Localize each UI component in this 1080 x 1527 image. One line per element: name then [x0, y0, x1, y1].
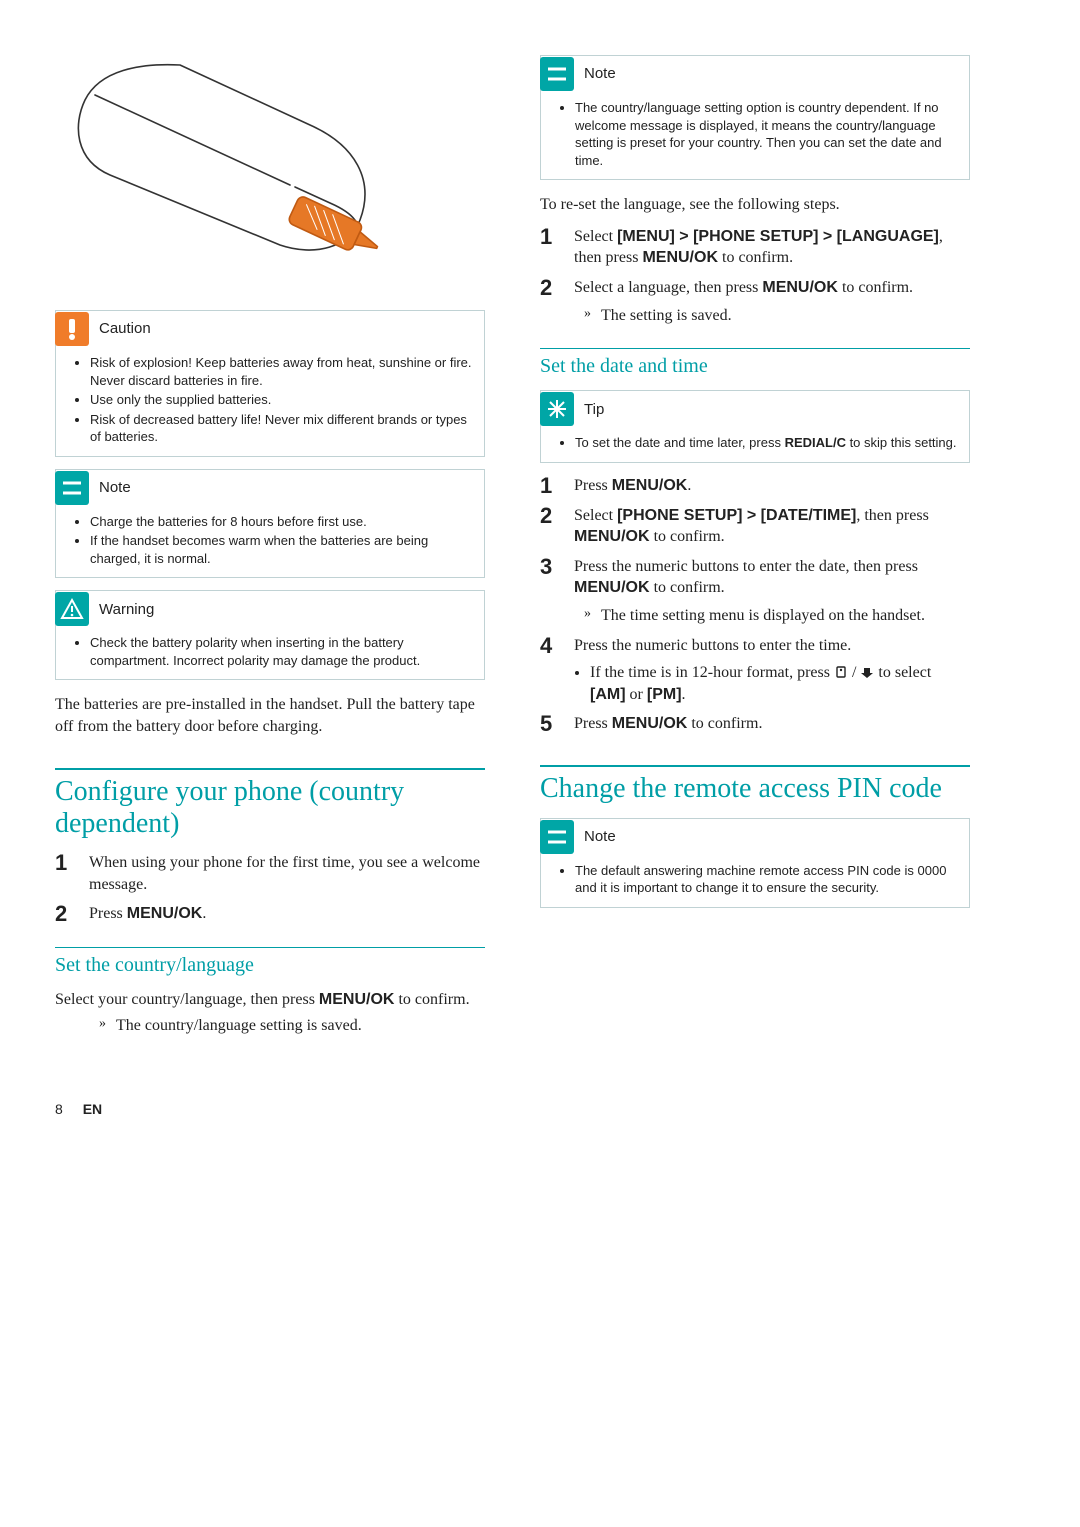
warning-icon	[55, 592, 89, 626]
reset-lang-step-2-result: The setting is saved.	[601, 305, 732, 327]
note-item: If the handset becomes warm when the bat…	[90, 532, 474, 567]
tip-item: To set the date and time later, press RE…	[575, 434, 959, 452]
datetime-step-3: Press the numeric buttons to enter the d…	[574, 556, 970, 627]
note-box: Note The default answering machine remot…	[540, 818, 970, 908]
section-change-pin-heading: Change the remote access PIN code	[540, 773, 970, 805]
page-footer: 8 EN	[55, 1100, 1025, 1119]
reset-lang-step-2: Select a language, then press MENU/OK to…	[574, 277, 913, 326]
reset-lang-step-1: Select [MENU] > [PHONE SETUP] > [LANGUAG…	[574, 226, 970, 269]
note-icon	[55, 471, 89, 505]
configure-step-2: Press MENU/OK.	[89, 903, 206, 925]
tip-icon	[540, 392, 574, 426]
note-icon	[540, 57, 574, 91]
configure-step-1: When using your phone for the first time…	[89, 852, 485, 895]
phonebook-key-icon	[834, 664, 848, 678]
note-item: The default answering machine remote acc…	[575, 862, 959, 897]
note-title: Note	[584, 64, 616, 84]
datetime-step-1: Press MENU/OK.	[574, 475, 691, 497]
note-box: Note Charge the batteries for 8 hours be…	[55, 469, 485, 579]
section-configure: Configure your phone (country dependent)	[55, 768, 485, 840]
caution-item: Use only the supplied batteries.	[90, 391, 474, 409]
handset-battery-illustration	[55, 55, 485, 285]
warning-box: Warning Check the battery polarity when …	[55, 590, 485, 680]
subsection-set-datetime-heading: Set the date and time	[540, 353, 970, 380]
result-arrow-icon: »	[584, 305, 591, 327]
section-configure-heading: Configure your phone (country dependent)	[55, 776, 485, 840]
set-language-body: Select your country/language, then press…	[55, 989, 485, 1011]
datetime-step-3-result: The time setting menu is displayed on th…	[601, 605, 925, 627]
warning-title: Warning	[99, 600, 154, 620]
caution-title: Caution	[99, 319, 151, 339]
caution-box: Caution Risk of explosion! Keep batterie…	[55, 310, 485, 457]
datetime-step-2: Select [PHONE SETUP] > [DATE/TIME], then…	[574, 505, 970, 548]
page-number: 8	[55, 1100, 63, 1119]
page-language: EN	[83, 1101, 102, 1117]
note-icon	[540, 820, 574, 854]
note-title: Note	[99, 478, 131, 498]
tip-box: Tip To set the date and time later, pres…	[540, 390, 970, 463]
warning-item: Check the battery polarity when insertin…	[90, 634, 474, 669]
result-arrow-icon: »	[99, 1015, 106, 1037]
subsection-set-language-heading: Set the country/language	[55, 952, 485, 979]
reset-language-intro: To re-set the language, see the followin…	[540, 194, 970, 216]
caution-item: Risk of decreased battery life! Never mi…	[90, 411, 474, 446]
datetime-step-4-sub: If the time is in 12-hour format, press …	[590, 662, 970, 705]
datetime-step-4: Press the numeric buttons to enter the t…	[574, 635, 970, 706]
note-item: The country/language setting option is c…	[575, 99, 959, 169]
caution-item: Risk of explosion! Keep batteries away f…	[90, 354, 474, 389]
set-language-result: The country/language setting is saved.	[116, 1015, 362, 1037]
note-box: Note The country/language setting option…	[540, 55, 970, 180]
batteries-paragraph: The batteries are pre-installed in the h…	[55, 694, 485, 737]
datetime-step-5: Press MENU/OK to confirm.	[574, 713, 762, 735]
result-arrow-icon: »	[584, 605, 591, 627]
note-title: Note	[584, 827, 616, 847]
caution-icon	[55, 312, 89, 346]
tip-title: Tip	[584, 400, 604, 420]
note-item: Charge the batteries for 8 hours before …	[90, 513, 474, 531]
redial-key-icon	[860, 664, 874, 678]
